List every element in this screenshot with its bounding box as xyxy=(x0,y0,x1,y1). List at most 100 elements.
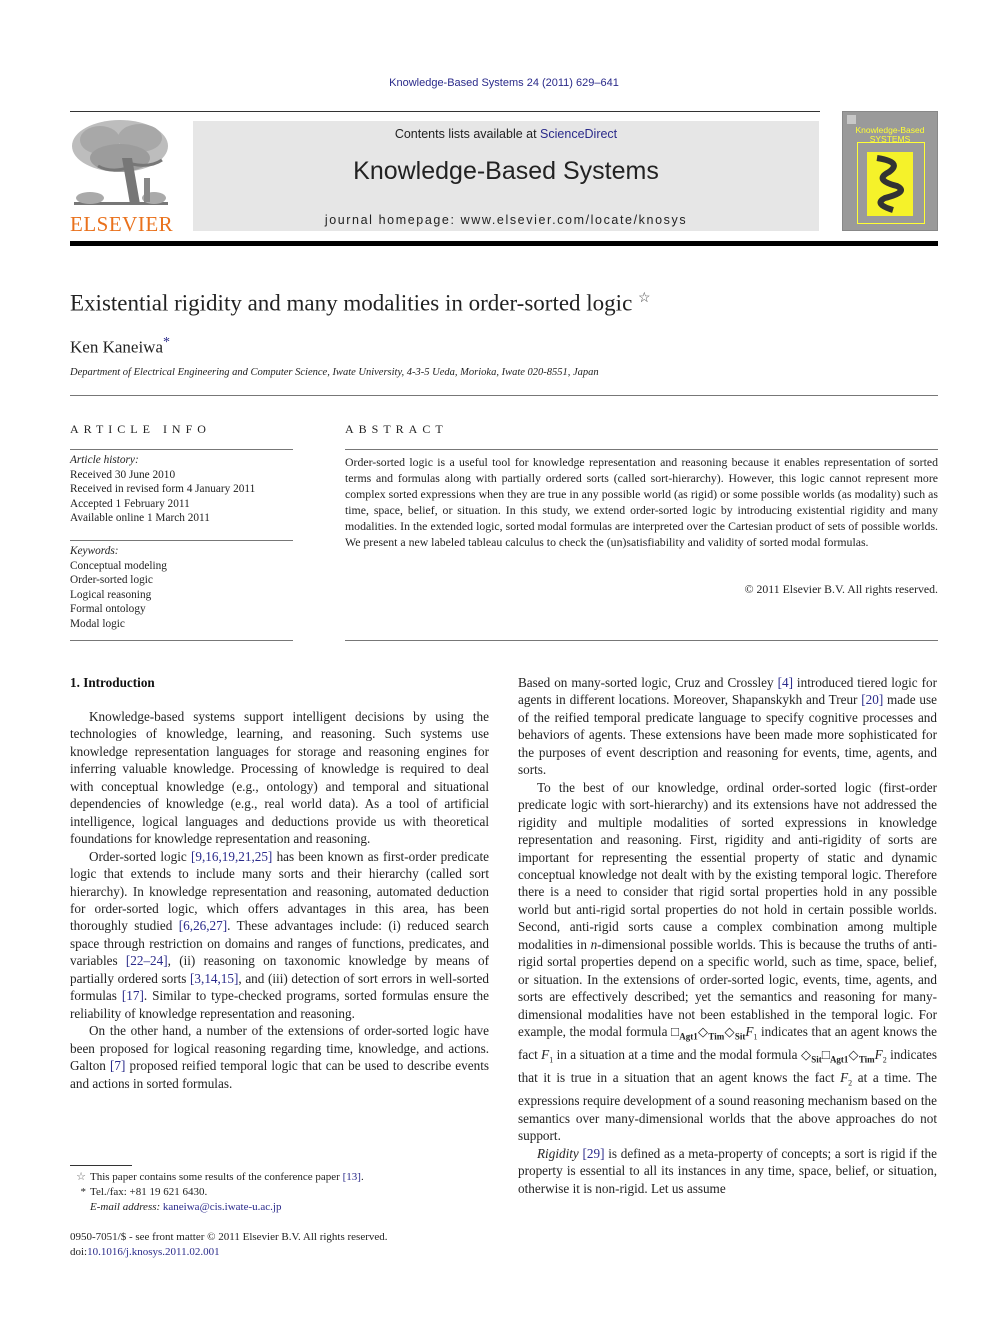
publisher-logo-text: ELSEVIER xyxy=(70,212,174,236)
keyword: Conceptual modeling xyxy=(70,559,167,572)
text: is defined as a meta-property of concept… xyxy=(518,1145,938,1196)
abstract-text: Order-sorted logic is a useful tool for … xyxy=(345,455,938,550)
footnote-mark: * xyxy=(80,1186,87,1198)
affiliation: Department of Electrical Engineering and… xyxy=(70,367,599,378)
paragraph: Based on many-sorted logic, Cruz and Cro… xyxy=(518,674,937,779)
author-footnote-mark[interactable]: * xyxy=(163,335,170,350)
journal-citation[interactable]: Knowledge-Based Systems 24 (2011) 629–64… xyxy=(0,77,992,89)
journal-homepage: journal homepage: www.elsevier.com/locat… xyxy=(193,213,819,227)
citation-link[interactable]: [3,14,15] xyxy=(190,971,238,986)
text: Based on many-sorted logic, Cruz and Cro… xyxy=(518,675,778,690)
contents-prefix: Contents lists available at xyxy=(394,127,541,141)
footnotes: ☆ This paper contains some results of the… xyxy=(70,1170,364,1215)
article-title-text: Existential rigidity and many modalities… xyxy=(70,290,633,316)
title-footnote-mark[interactable]: ☆ xyxy=(638,291,651,306)
modal-formula-2: ◇Sit□Agt1◇TimF2 xyxy=(800,1047,887,1065)
doi-link[interactable]: 10.1016/j.knosys.2011.02.001 xyxy=(87,1246,220,1258)
keywords-rule xyxy=(70,540,293,541)
keyword: Formal ontology xyxy=(70,603,146,615)
tree-icon xyxy=(70,118,172,210)
email-link[interactable]: kaneiwa@cis.iwate-u.ac.jp xyxy=(163,1201,282,1213)
article-title: Existential rigidity and many modalities… xyxy=(70,290,651,317)
subscript: Agt1 xyxy=(679,1031,698,1042)
mini-logo-icon xyxy=(847,115,856,124)
abstract-bottom-rule xyxy=(345,640,938,641)
publisher-logo[interactable]: ELSEVIER xyxy=(70,118,174,236)
article-info-rule xyxy=(70,449,293,450)
box-operator: □ xyxy=(671,1024,680,1040)
section-heading: 1. Introduction xyxy=(70,675,155,690)
subscript: Agt1 xyxy=(829,1054,849,1065)
term-rigidity: Rigidity xyxy=(537,1145,579,1161)
citation-link[interactable]: [13] xyxy=(343,1171,361,1183)
paragraph: On the other hand, a number of the exten… xyxy=(70,1022,489,1092)
diamond-operator: ◇ xyxy=(848,1047,859,1063)
body-column-right: Based on many-sorted logic, Cruz and Cro… xyxy=(518,674,937,1197)
paragraph: To the best of our knowledge, ordinal or… xyxy=(518,779,937,1145)
keyword: Logical reasoning xyxy=(70,588,152,601)
history-item: Received in revised form 4 January 2011 xyxy=(70,483,256,495)
history-label: Article history: xyxy=(70,454,139,466)
footnote-text: . xyxy=(360,1171,364,1183)
doi-line: doi:10.1016/j.knosys.2011.02.001 xyxy=(70,1245,388,1260)
text: proposed reified temporal logic that can… xyxy=(70,1058,489,1091)
doi-label: doi: xyxy=(70,1246,88,1258)
journal-title: Knowledge-Based Systems xyxy=(353,157,659,185)
footnote-email: E-mail address: kaneiwa@cis.iwate-u.ac.j… xyxy=(70,1200,364,1215)
footnote-rule xyxy=(70,1165,132,1166)
title-divider xyxy=(70,395,938,396)
sciencedirect-link[interactable]: ScienceDirect xyxy=(540,127,617,141)
math-F: F xyxy=(874,1047,883,1063)
subscript: Tim xyxy=(708,1031,725,1042)
keyword: Order-sorted logic xyxy=(70,574,153,586)
header-top-rule xyxy=(70,111,820,112)
paragraph: Knowledge-based systems support intellig… xyxy=(70,709,489,847)
author-name: Ken Kaneiwa xyxy=(70,337,163,357)
article-info-bottom-rule xyxy=(70,640,293,641)
text: in a situation at a time and the modal f… xyxy=(553,1047,801,1063)
journal-banner: Contents lists available at ScienceDirec… xyxy=(193,121,819,231)
citation-link[interactable]: [20] xyxy=(861,692,883,707)
footnote-1: ☆ This paper contains some results of the… xyxy=(70,1170,364,1185)
bottom-meta: 0950-7051/$ - see front matter © 2011 El… xyxy=(70,1230,388,1260)
helix-icon xyxy=(876,155,904,213)
citation-link[interactable]: [6,26,27] xyxy=(179,918,227,933)
box-operator: □ xyxy=(821,1047,830,1063)
keywords-label: Keywords: xyxy=(70,545,119,557)
article-info-heading: ARTICLE INFO xyxy=(70,422,211,436)
diamond-operator: ◇ xyxy=(724,1024,735,1040)
history-item: Available online 1 March 2011 xyxy=(70,512,210,524)
paragraph: Order-sorted logic [9,16,19,21,25] has b… xyxy=(70,848,489,1023)
cover-image xyxy=(867,152,913,216)
math-F: F xyxy=(840,1070,849,1086)
keyword: Modal logic xyxy=(70,617,125,630)
citation-link[interactable]: [7] xyxy=(110,1058,125,1073)
footnote-2: * Tel./fax: +81 19 621 6430. xyxy=(70,1185,364,1200)
body-column-left: Knowledge-based systems support intellig… xyxy=(70,708,489,1092)
citation-link[interactable]: [17] xyxy=(122,988,144,1003)
header-bottom-rule xyxy=(70,241,938,246)
contents-line: Contents lists available at ScienceDirec… xyxy=(193,127,819,141)
citation-link[interactable]: [4] xyxy=(778,675,793,690)
citation-link[interactable]: [29] xyxy=(583,1146,605,1161)
diamond-operator: ◇ xyxy=(800,1047,812,1063)
modal-formula-1: □Agt1◇Tim◇SitF1 xyxy=(671,1024,757,1042)
subscript: Sit xyxy=(811,1054,822,1065)
abstract-heading: ABSTRACT xyxy=(345,422,448,436)
homepage-prefix: journal homepage: xyxy=(324,213,461,227)
history-item: Accepted 1 February 2011 xyxy=(70,497,190,510)
homepage-link[interactable]: www.elsevier.com/locate/knosys xyxy=(461,213,688,227)
keywords: Keywords: Conceptual modeling Order-sort… xyxy=(70,544,167,631)
author: Ken Kaneiwa* xyxy=(70,335,170,358)
email-label: E-mail address: xyxy=(90,1201,161,1213)
journal-cover[interactable]: Knowledge-Based SYSTEMS xyxy=(842,111,938,231)
article-history: Article history: Received 30 June 2010 R… xyxy=(70,453,255,526)
footnote-text: Tel./fax: +81 19 621 6430. xyxy=(90,1186,208,1198)
citation-link[interactable]: [9,16,19,21,25] xyxy=(191,849,272,864)
issn-line: 0950-7051/$ - see front matter © 2011 El… xyxy=(70,1231,388,1243)
subscript: Sit xyxy=(734,1031,746,1042)
abstract-copyright: © 2011 Elsevier B.V. All rights reserved… xyxy=(744,582,938,596)
text: To the best of our knowledge, ordinal or… xyxy=(518,779,937,952)
citation-link[interactable]: [22–24] xyxy=(126,953,168,968)
diamond-operator: ◇ xyxy=(697,1024,709,1040)
